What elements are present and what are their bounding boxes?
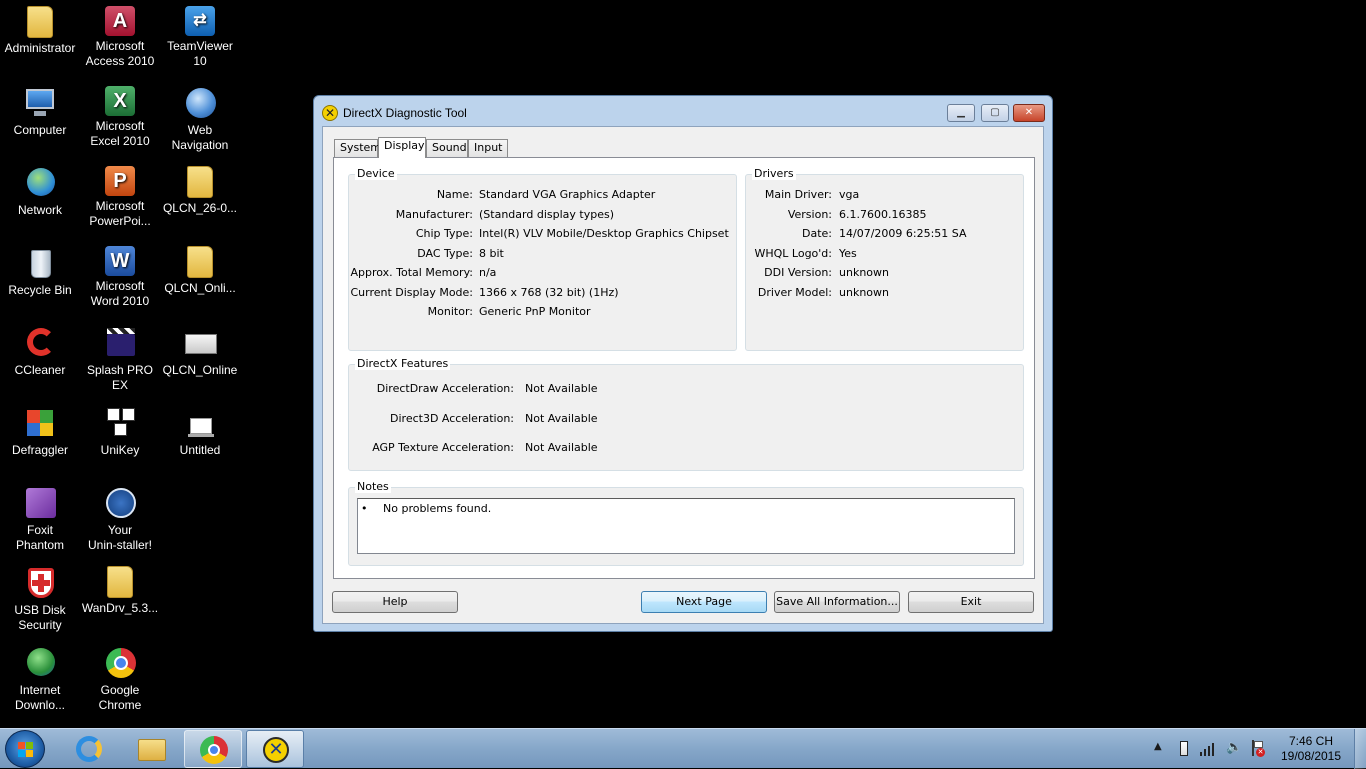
battery-icon[interactable] [1180, 741, 1188, 756]
directx-app-icon: ✕ [322, 105, 338, 121]
desktop-icon-computer[interactable]: Computer [0, 82, 80, 160]
start-button[interactable] [5, 730, 45, 768]
desktop-icon-teamviewer[interactable]: ⇄ TeamViewer 10 [160, 2, 240, 80]
chrome-icon [199, 735, 229, 765]
exit-button[interactable]: Exit [908, 591, 1034, 613]
taskbar-chrome[interactable] [184, 730, 242, 768]
save-all-information-button[interactable]: Save All Information... [774, 591, 900, 613]
device-group: Device Name: Standard VGA Graphics Adapte… [348, 167, 737, 351]
directx-features-group: DirectX Features DirectDraw Acceleration… [348, 357, 1024, 471]
internet-explorer-icon [74, 734, 104, 764]
drivers-group: Drivers Main Driver: vga Version: 6.1.7600… [745, 167, 1024, 351]
desktop-icon-qlcn-onli[interactable]: QLCN_Onli... [160, 242, 240, 320]
recycle-bin-icon [23, 246, 57, 280]
desktop-icon-qlcn-online[interactable]: QLCN_Online [160, 322, 240, 400]
computer-icon [23, 86, 57, 120]
clock-time: 7:46 CH [1288, 734, 1334, 748]
close-button[interactable]: ✕ [1013, 104, 1045, 122]
desktop-icon-excel[interactable]: X Microsoft Excel 2010 [80, 82, 160, 160]
word-icon: W [105, 246, 135, 276]
excel-icon: X [105, 86, 135, 116]
file-icon [183, 406, 217, 440]
taskbar-directx-diagnostic[interactable]: ✕ [246, 730, 304, 768]
clock[interactable]: 7:46 CH 19/08/2015 [1276, 734, 1346, 764]
desktop-icon-google-chrome[interactable]: Google Chrome [80, 642, 160, 720]
globe-download-icon [23, 646, 57, 680]
desktop-icon-usb-disk-security[interactable]: USB Disk Security [0, 562, 80, 640]
desktop-icon-foxit-phantom[interactable]: Foxit Phantom [0, 482, 80, 560]
volume-icon[interactable]: 🔈 [1226, 740, 1242, 755]
notes-bullet: • [361, 502, 368, 515]
desktop-icon-qlcn-26[interactable]: QLCN_26-0... [160, 162, 240, 240]
ccleaner-icon [23, 326, 57, 360]
next-page-button[interactable]: Next Page [641, 591, 767, 613]
defraggler-icon [23, 406, 57, 440]
desktop-icon-your-uninstaller[interactable]: Your Unin-staller! [80, 482, 160, 560]
user-folder-icon [27, 6, 53, 38]
folder-icon [187, 166, 213, 198]
shield-icon [23, 566, 57, 600]
folder-icon [187, 246, 213, 278]
directx-icon: ✕ [261, 735, 291, 765]
desktop-icon-web-navigation[interactable]: Web Navigation [160, 82, 240, 160]
desktop-icon-recycle-bin[interactable]: Recycle Bin [0, 242, 80, 320]
uninstaller-icon [103, 486, 137, 520]
foxit-phantom-icon [23, 486, 57, 520]
globe-icon [183, 86, 217, 120]
desktop-icon-word[interactable]: W Microsoft Word 2010 [80, 242, 160, 320]
chrome-icon [103, 646, 137, 680]
drivers-group-title: Drivers [752, 167, 796, 180]
notes-textbox[interactable]: • No problems found. [357, 498, 1015, 554]
action-center-flag-icon[interactable]: ✕ [1250, 740, 1265, 757]
display-tab-panel: Device Name: Standard VGA Graphics Adapte… [333, 157, 1035, 579]
folder-icon [107, 566, 133, 598]
desktop-icon-splash-pro-ex[interactable]: Splash PRO EX [80, 322, 160, 400]
desktop-icon-administrator[interactable]: Administrator [0, 2, 80, 80]
notes-text: No problems found. [383, 502, 492, 515]
features-group-title: DirectX Features [355, 357, 451, 370]
desktop-icon-ccleaner[interactable]: CCleaner [0, 322, 80, 400]
show-hidden-icons-icon[interactable]: ▲ [1154, 741, 1162, 752]
help-button[interactable]: Help [332, 591, 458, 613]
notes-group-title: Notes [355, 480, 391, 493]
desktop-icon-powerpoint[interactable]: P Microsoft PowerPoi... [80, 162, 160, 240]
window-title: DirectX Diagnostic Tool [343, 106, 467, 120]
signal-icon[interactable] [1200, 741, 1216, 756]
clock-date: 19/08/2015 [1280, 749, 1342, 763]
tab-display[interactable]: Display [378, 137, 426, 158]
tab-system[interactable]: System [334, 139, 381, 157]
tab-input[interactable]: Input [468, 139, 508, 157]
desktop-icon-network[interactable]: Network [0, 162, 80, 240]
powerpoint-icon: P [105, 166, 135, 196]
access-icon: A [105, 6, 135, 36]
desktop-icon-untitled[interactable]: Untitled [160, 402, 240, 480]
windows-logo-icon [18, 742, 34, 758]
network-icon [23, 166, 57, 200]
show-desktop-button[interactable] [1354, 729, 1366, 769]
desktop-icon-internet-download-manager[interactable]: Internet Downlo... [0, 642, 80, 720]
title-bar[interactable]: ✕ DirectX Diagnostic Tool ▁ ▢ ✕ [314, 96, 1052, 128]
desktop-icon-defraggler[interactable]: Defraggler [0, 402, 80, 480]
device-group-title: Device [355, 167, 397, 180]
maximize-button[interactable]: ▢ [981, 104, 1009, 122]
tab-sound[interactable]: Sound [426, 139, 468, 157]
minimize-button[interactable]: ▁ [947, 104, 975, 122]
taskbar-explorer[interactable] [122, 730, 180, 768]
taskbar-internet-explorer[interactable] [60, 730, 118, 768]
teamviewer-icon: ⇄ [185, 6, 215, 36]
window-client-area: System Display Sound Input Device Name: S… [322, 126, 1044, 624]
directx-diagnostic-window: ✕ DirectX Diagnostic Tool ▁ ▢ ✕ System D… [313, 95, 1053, 632]
desktop-icon-access[interactable]: A Microsoft Access 2010 [80, 2, 160, 80]
notes-group: Notes • No problems found. [348, 480, 1024, 566]
archive-icon [183, 326, 217, 360]
system-tray: ▲ 🔈 ✕ [1150, 729, 1270, 769]
unikey-icon [103, 406, 137, 440]
clapperboard-icon [103, 326, 137, 360]
desktop-icon-unikey[interactable]: UniKey [80, 402, 160, 480]
desktop-icon-wandrv[interactable]: WanDrv_5.3... [80, 562, 160, 640]
folder-icon [136, 734, 166, 764]
taskbar: ✕ ▲ 🔈 ✕ 7:46 CH 19/08/2015 [0, 728, 1366, 769]
